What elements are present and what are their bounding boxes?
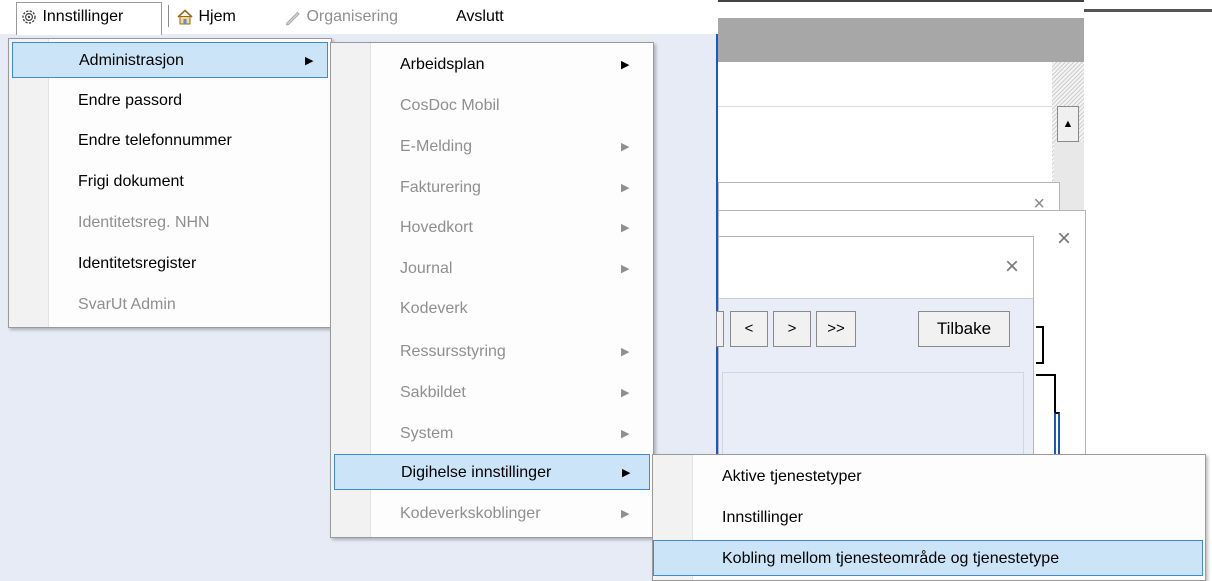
menu-organise[interactable]: Organisering xyxy=(284,6,398,28)
menu-item-label: Digihelse innstillinger xyxy=(401,464,552,481)
menu-item-kodeverkskoblinger[interactable]: Kodeverkskoblinger ▶ xyxy=(334,496,650,532)
field-border xyxy=(1036,326,1044,364)
menu-item-journal[interactable]: Journal ▶ xyxy=(334,251,650,287)
nav-prev-button[interactable]: < xyxy=(730,311,768,347)
field-border xyxy=(1054,412,1060,458)
menu-item-label: Kodeverkskoblinger xyxy=(400,505,541,522)
triangle-right-icon: ▶ xyxy=(621,222,630,234)
triangle-right-icon: ▶ xyxy=(621,428,630,440)
menu-item-kodeverk[interactable]: Kodeverk xyxy=(334,291,650,327)
menu-item-identitetsregister[interactable]: Identitetsregister xyxy=(12,246,328,282)
menu-exit[interactable]: Avslutt xyxy=(456,6,504,28)
menu-item-label: Ressursstyring xyxy=(400,343,506,360)
menubar-divider xyxy=(168,5,169,27)
pencil-icon xyxy=(285,11,300,26)
window-top-border xyxy=(718,0,1084,2)
menu-item-aktive-tjenestetyper[interactable]: Aktive tjenestetyper xyxy=(656,459,1202,495)
triangle-right-icon: ▶ xyxy=(621,508,630,520)
menu-item-system[interactable]: System ▶ xyxy=(334,416,650,452)
menu-item-label: Administrasjon xyxy=(79,52,184,69)
menu-item-label: E-Melding xyxy=(400,138,473,155)
scroll-up-button[interactable]: ▲ xyxy=(1057,106,1079,142)
menu-item-label: Fakturering xyxy=(400,179,481,196)
nav-last-button[interactable]: >> xyxy=(816,311,856,347)
menu-item-label: Arbeidsplan xyxy=(400,56,485,73)
menu-item-label: Journal xyxy=(400,260,453,277)
settings-menu: Administrasjon ▶ Endre passord Endre tel… xyxy=(8,38,332,328)
menu-item-label: Endre passord xyxy=(78,92,183,109)
menu-item-label: Identitetsreg. NHN xyxy=(78,214,210,231)
menu-item-label: Identitetsregister xyxy=(78,255,197,272)
nav-last-label: >> xyxy=(827,320,845,337)
menu-item-hovedkort[interactable]: Hovedkort ▶ xyxy=(334,210,650,246)
triangle-right-icon: ▶ xyxy=(621,59,630,71)
nav-prev-label: < xyxy=(744,320,754,337)
dialog-header: × xyxy=(719,237,1033,299)
menu-item-label: Kodeverk xyxy=(400,300,468,317)
triangle-right-icon: ▶ xyxy=(621,387,630,399)
menu-item-arbeidsplan[interactable]: Arbeidsplan ▶ xyxy=(334,47,650,83)
menu-settings-label: Innstillinger xyxy=(42,8,124,25)
gear-icon xyxy=(22,10,36,24)
menu-item-label: Kobling mellom tjenesteområde og tjenest… xyxy=(722,550,1060,567)
menu-item-fakturering[interactable]: Fakturering ▶ xyxy=(334,170,650,206)
menu-exit-label: Avslutt xyxy=(456,8,504,25)
triangle-right-icon: ▶ xyxy=(305,55,314,67)
admin-submenu: Arbeidsplan ▶ CosDoc Mobil E-Melding ▶ F… xyxy=(330,42,654,538)
nav-next-button[interactable]: > xyxy=(773,311,811,347)
back-button[interactable]: Tilbake xyxy=(918,311,1010,347)
close-icon[interactable]: × xyxy=(1005,253,1019,281)
triangle-right-icon: ▶ xyxy=(621,141,630,153)
triangle-right-icon: ▶ xyxy=(621,182,630,194)
house-icon xyxy=(177,9,193,25)
menu-item-frigi-dokument[interactable]: Frigi dokument xyxy=(12,164,328,200)
menu-item-endre-passord[interactable]: Endre passord xyxy=(12,83,328,119)
menu-item-label: Innstillinger xyxy=(722,509,803,526)
menu-item-label: Hovedkort xyxy=(400,219,473,236)
window-titlebar xyxy=(718,18,1084,62)
menu-item-label: Sakbildet xyxy=(400,384,466,401)
menu-item-ressursstyring[interactable]: Ressursstyring ▶ xyxy=(334,334,650,370)
menubar: Innstillinger Hjem Organisering Avslutt xyxy=(0,0,718,35)
menu-item-svarut-admin[interactable]: SvarUt Admin xyxy=(12,287,328,323)
menu-item-digihelse-innstillinger[interactable]: Digihelse innstillinger ▶ xyxy=(334,454,650,490)
field-border xyxy=(1036,374,1056,414)
menu-item-label: CosDoc Mobil xyxy=(400,97,500,114)
digihelse-submenu: Aktive tjenestetyper Innstillinger Kobli… xyxy=(652,454,1206,581)
menu-item-label: System xyxy=(400,425,454,442)
menu-item-e-melding[interactable]: E-Melding ▶ xyxy=(334,129,650,165)
menu-item-cosdoc-mobil[interactable]: CosDoc Mobil xyxy=(334,88,650,124)
triangle-right-icon: ▶ xyxy=(622,467,631,479)
menu-item-administrasjon[interactable]: Administrasjon ▶ xyxy=(12,42,328,78)
menu-item-innstillinger[interactable]: Innstillinger xyxy=(656,500,1202,536)
menu-item-label: Aktive tjenestetyper xyxy=(722,468,862,485)
nav-next-label: > xyxy=(787,320,797,337)
menu-settings[interactable]: Innstillinger xyxy=(20,6,123,28)
menu-item-sakbildet[interactable]: Sakbildet ▶ xyxy=(334,375,650,411)
triangle-right-icon: ▶ xyxy=(621,263,630,275)
menu-home-label: Hjem xyxy=(198,8,236,25)
menu-item-kobling-tjenesteomrade-tjenestetype[interactable]: Kobling mellom tjenesteområde og tjenest… xyxy=(653,540,1203,576)
menu-home[interactable]: Hjem xyxy=(176,6,236,28)
close-icon[interactable]: × xyxy=(1057,225,1071,253)
menu-item-label: SvarUt Admin xyxy=(78,296,176,313)
menu-organise-label: Organisering xyxy=(306,8,399,25)
triangle-right-icon: ▶ xyxy=(621,346,630,358)
back-label: Tilbake xyxy=(936,319,992,338)
nav-first-button-edge[interactable] xyxy=(716,311,724,347)
menu-item-identitetsreg-nhn[interactable]: Identitetsreg. NHN xyxy=(12,205,328,241)
menu-item-label: Endre telefonnummer xyxy=(78,132,232,149)
menu-item-label: Frigi dokument xyxy=(78,173,184,190)
menu-item-endre-telefonnummer[interactable]: Endre telefonnummer xyxy=(12,123,328,159)
window-separator xyxy=(718,106,1052,107)
window-edge-line xyxy=(1084,9,1212,12)
triangle-up-icon: ▲ xyxy=(1062,118,1074,130)
